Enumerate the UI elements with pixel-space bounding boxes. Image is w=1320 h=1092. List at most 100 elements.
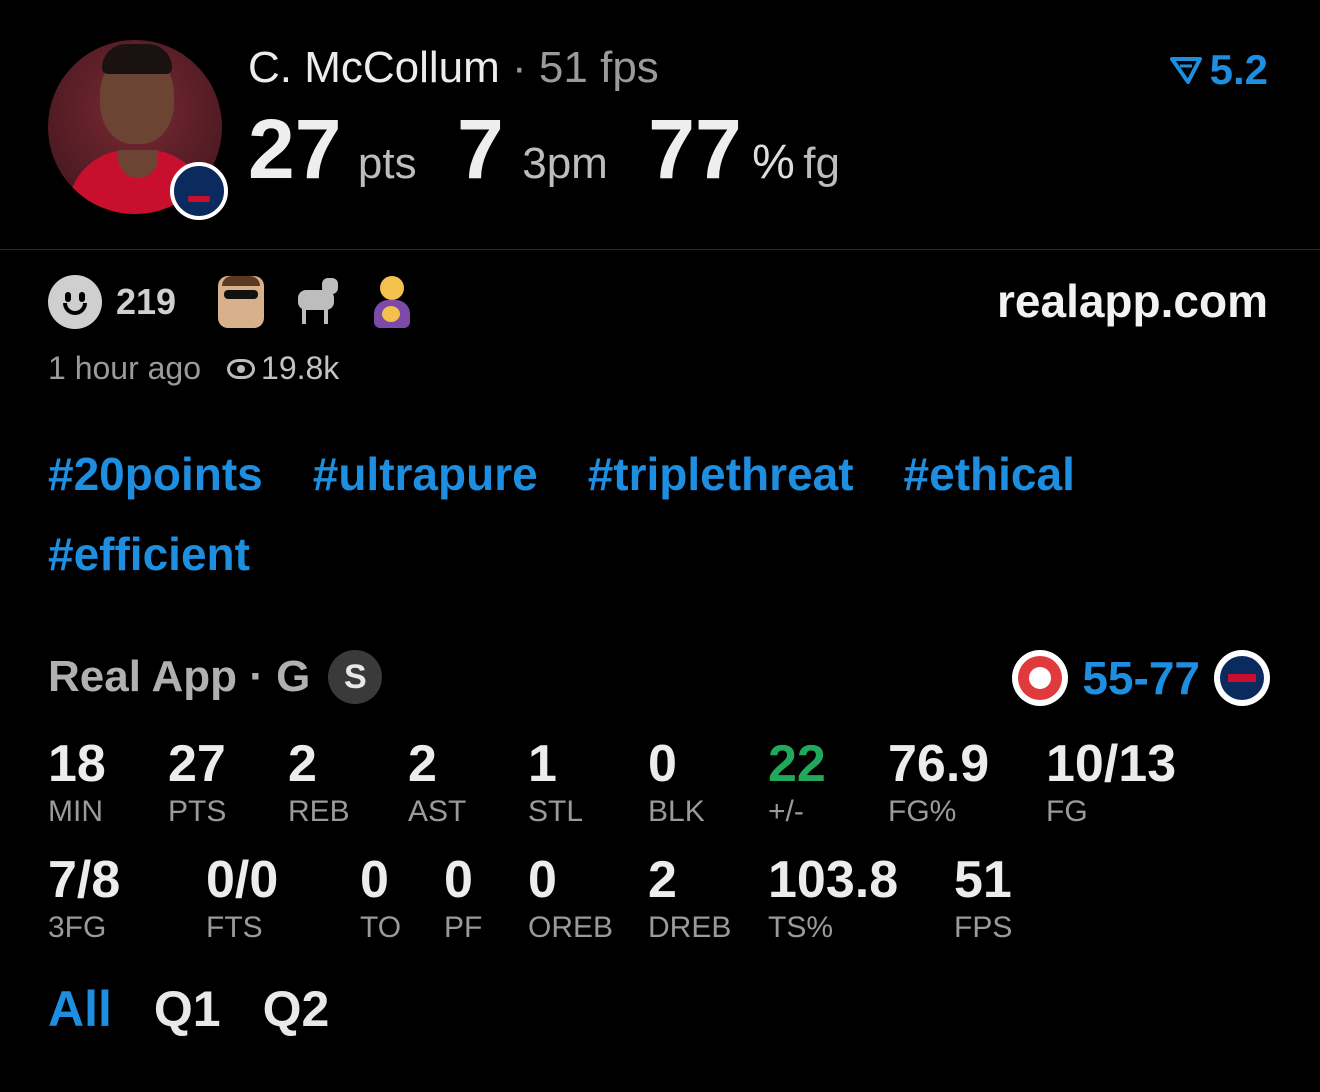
stat-label: 3FG: [48, 911, 107, 944]
stat-cell: 2 DREB: [648, 850, 731, 946]
stat-value: 2: [648, 851, 677, 909]
stat-label: BLK: [648, 795, 705, 828]
points-unit: pts: [357, 139, 417, 188]
stat-label: REB: [288, 795, 350, 828]
fg-percent-sign: %: [752, 136, 795, 189]
player-header: C. McCollum · 51 fps 27 pts 7 3pm 77 % f…: [0, 0, 1320, 250]
stat-label: FG: [1046, 795, 1088, 828]
view-count-value: 19.8k: [261, 350, 340, 386]
stat-cell: 0 BLK: [648, 734, 705, 830]
player-fps: 51 fps: [538, 43, 659, 92]
stat-value: 51: [954, 851, 1012, 909]
site-link[interactable]: realapp.com: [997, 274, 1268, 328]
game-source: Real App · G S: [48, 650, 383, 704]
stat-cell: 0 PF: [444, 850, 482, 946]
stat-value: 2: [288, 735, 317, 793]
player-name[interactable]: C. McCollum: [248, 43, 500, 92]
stat-label: FG%: [888, 795, 957, 828]
stat-value: 18: [48, 735, 106, 793]
stat-value: 103.8: [768, 851, 899, 909]
stat-cell: 0 TO: [360, 850, 401, 946]
fg-value: 77: [648, 102, 742, 196]
stat-value: 27: [168, 735, 226, 793]
stat-label: STL: [528, 795, 584, 828]
game-score: 55-77: [1082, 652, 1200, 704]
title-separator: ·: [512, 43, 527, 92]
stat-label: AST: [408, 795, 467, 828]
stats-row-1: 18 MIN 27 PTS 2 REB 2 AST 1 STL 0 BLK 22 +/- 76…: [48, 734, 1278, 844]
stat-value: 10/13: [1046, 735, 1177, 793]
matchup[interactable]: 55-77: [1012, 650, 1270, 706]
tab-all[interactable]: All: [48, 980, 112, 1038]
stat-label: PTS: [168, 795, 227, 828]
threes-unit: 3pm: [522, 139, 608, 188]
stat-value: 76.9: [888, 735, 990, 793]
stat-label: OREB: [528, 911, 614, 944]
threes-value: 7: [457, 102, 504, 196]
stat-value: 0: [360, 851, 389, 909]
mother-child-icon[interactable]: [370, 276, 416, 328]
stat-cell: 1 STL: [528, 734, 583, 830]
tab-q2[interactable]: Q2: [263, 980, 330, 1038]
stat-label: MIN: [48, 795, 103, 828]
stat-value: 22: [768, 735, 826, 793]
stat-cell: 2 REB: [288, 734, 350, 830]
stat-cell: 76.9 FG%: [888, 734, 989, 830]
goat-icon[interactable]: [294, 276, 340, 328]
hair-graphic: [102, 44, 172, 74]
stat-value: 2: [408, 735, 437, 793]
points-value: 27: [248, 102, 342, 196]
eye-icon: [227, 358, 256, 379]
stat-value: 0: [528, 851, 557, 909]
post-meta: 1 hour ago 19.8k: [48, 350, 339, 387]
hashtag-list: #20points #ultrapure #triplethreat #ethi…: [48, 448, 1278, 580]
hashtag[interactable]: #20points: [48, 448, 263, 500]
stat-cell: 103.8 TS%: [768, 850, 898, 946]
headline-stats: 27 pts 7 3pm 77 % fg: [248, 104, 840, 194]
stat-label: +/-: [768, 795, 804, 828]
stat-label: TO: [360, 911, 402, 944]
post-time: 1 hour ago: [48, 350, 202, 386]
stat-cell: 0 OREB: [528, 850, 613, 946]
rating-value: 5.2: [1209, 46, 1268, 93]
period-tabs: All Q1 Q2: [48, 980, 329, 1038]
stat-cell: 27 PTS: [168, 734, 226, 830]
rating-badge[interactable]: 5.2: [1169, 46, 1268, 94]
hashtag[interactable]: #ultrapure: [313, 448, 538, 500]
fg-unit: fg: [803, 139, 840, 188]
stat-cell: 51 FPS: [954, 850, 1012, 946]
stat-value: 0: [444, 851, 473, 909]
reaction-bar: 219: [48, 272, 446, 332]
team-logo-icon: [170, 162, 228, 220]
stat-value: 1: [528, 735, 557, 793]
smiley-reaction-icon[interactable]: [48, 275, 102, 329]
stats-row-2: 7/8 3FG 0/0 FTS 0 TO 0 PF 0 OREB 2 DREB 103.8 T…: [48, 850, 1278, 960]
stat-label: DREB: [648, 911, 732, 944]
game-source-label: Real App · G: [48, 652, 311, 701]
stat-cell: 18 MIN: [48, 734, 106, 830]
stat-cell: 0/0 FTS: [206, 850, 278, 946]
stat-label: FTS: [206, 911, 263, 944]
stat-label: PF: [444, 911, 483, 944]
stat-label: TS%: [768, 911, 834, 944]
stat-cell: 2 AST: [408, 734, 466, 830]
hashtag[interactable]: #triplethreat: [588, 448, 854, 500]
wizards-logo-icon: [1214, 650, 1270, 706]
stat-value: 0: [648, 735, 677, 793]
stat-value: 7/8: [48, 851, 121, 909]
stat-value: 0/0: [206, 851, 279, 909]
s-badge: S: [328, 650, 383, 704]
hashtag[interactable]: #efficient: [48, 528, 250, 580]
rating-arrow-icon: [1169, 57, 1202, 84]
stat-label: FPS: [954, 911, 1013, 944]
sunglasses-face-icon[interactable]: [218, 276, 265, 328]
stat-cell: 7/8 3FG: [48, 850, 120, 946]
hashtag[interactable]: #ethical: [904, 448, 1075, 500]
view-count: 19.8k: [227, 350, 339, 387]
stat-cell: 10/13 FG: [1046, 734, 1176, 830]
stat-cell: 22 +/-: [768, 734, 826, 830]
player-title: C. McCollum · 51 fps: [248, 44, 659, 92]
tab-q1[interactable]: Q1: [154, 980, 221, 1038]
reaction-count: 219: [116, 281, 177, 322]
hawks-logo-icon: [1012, 650, 1069, 706]
